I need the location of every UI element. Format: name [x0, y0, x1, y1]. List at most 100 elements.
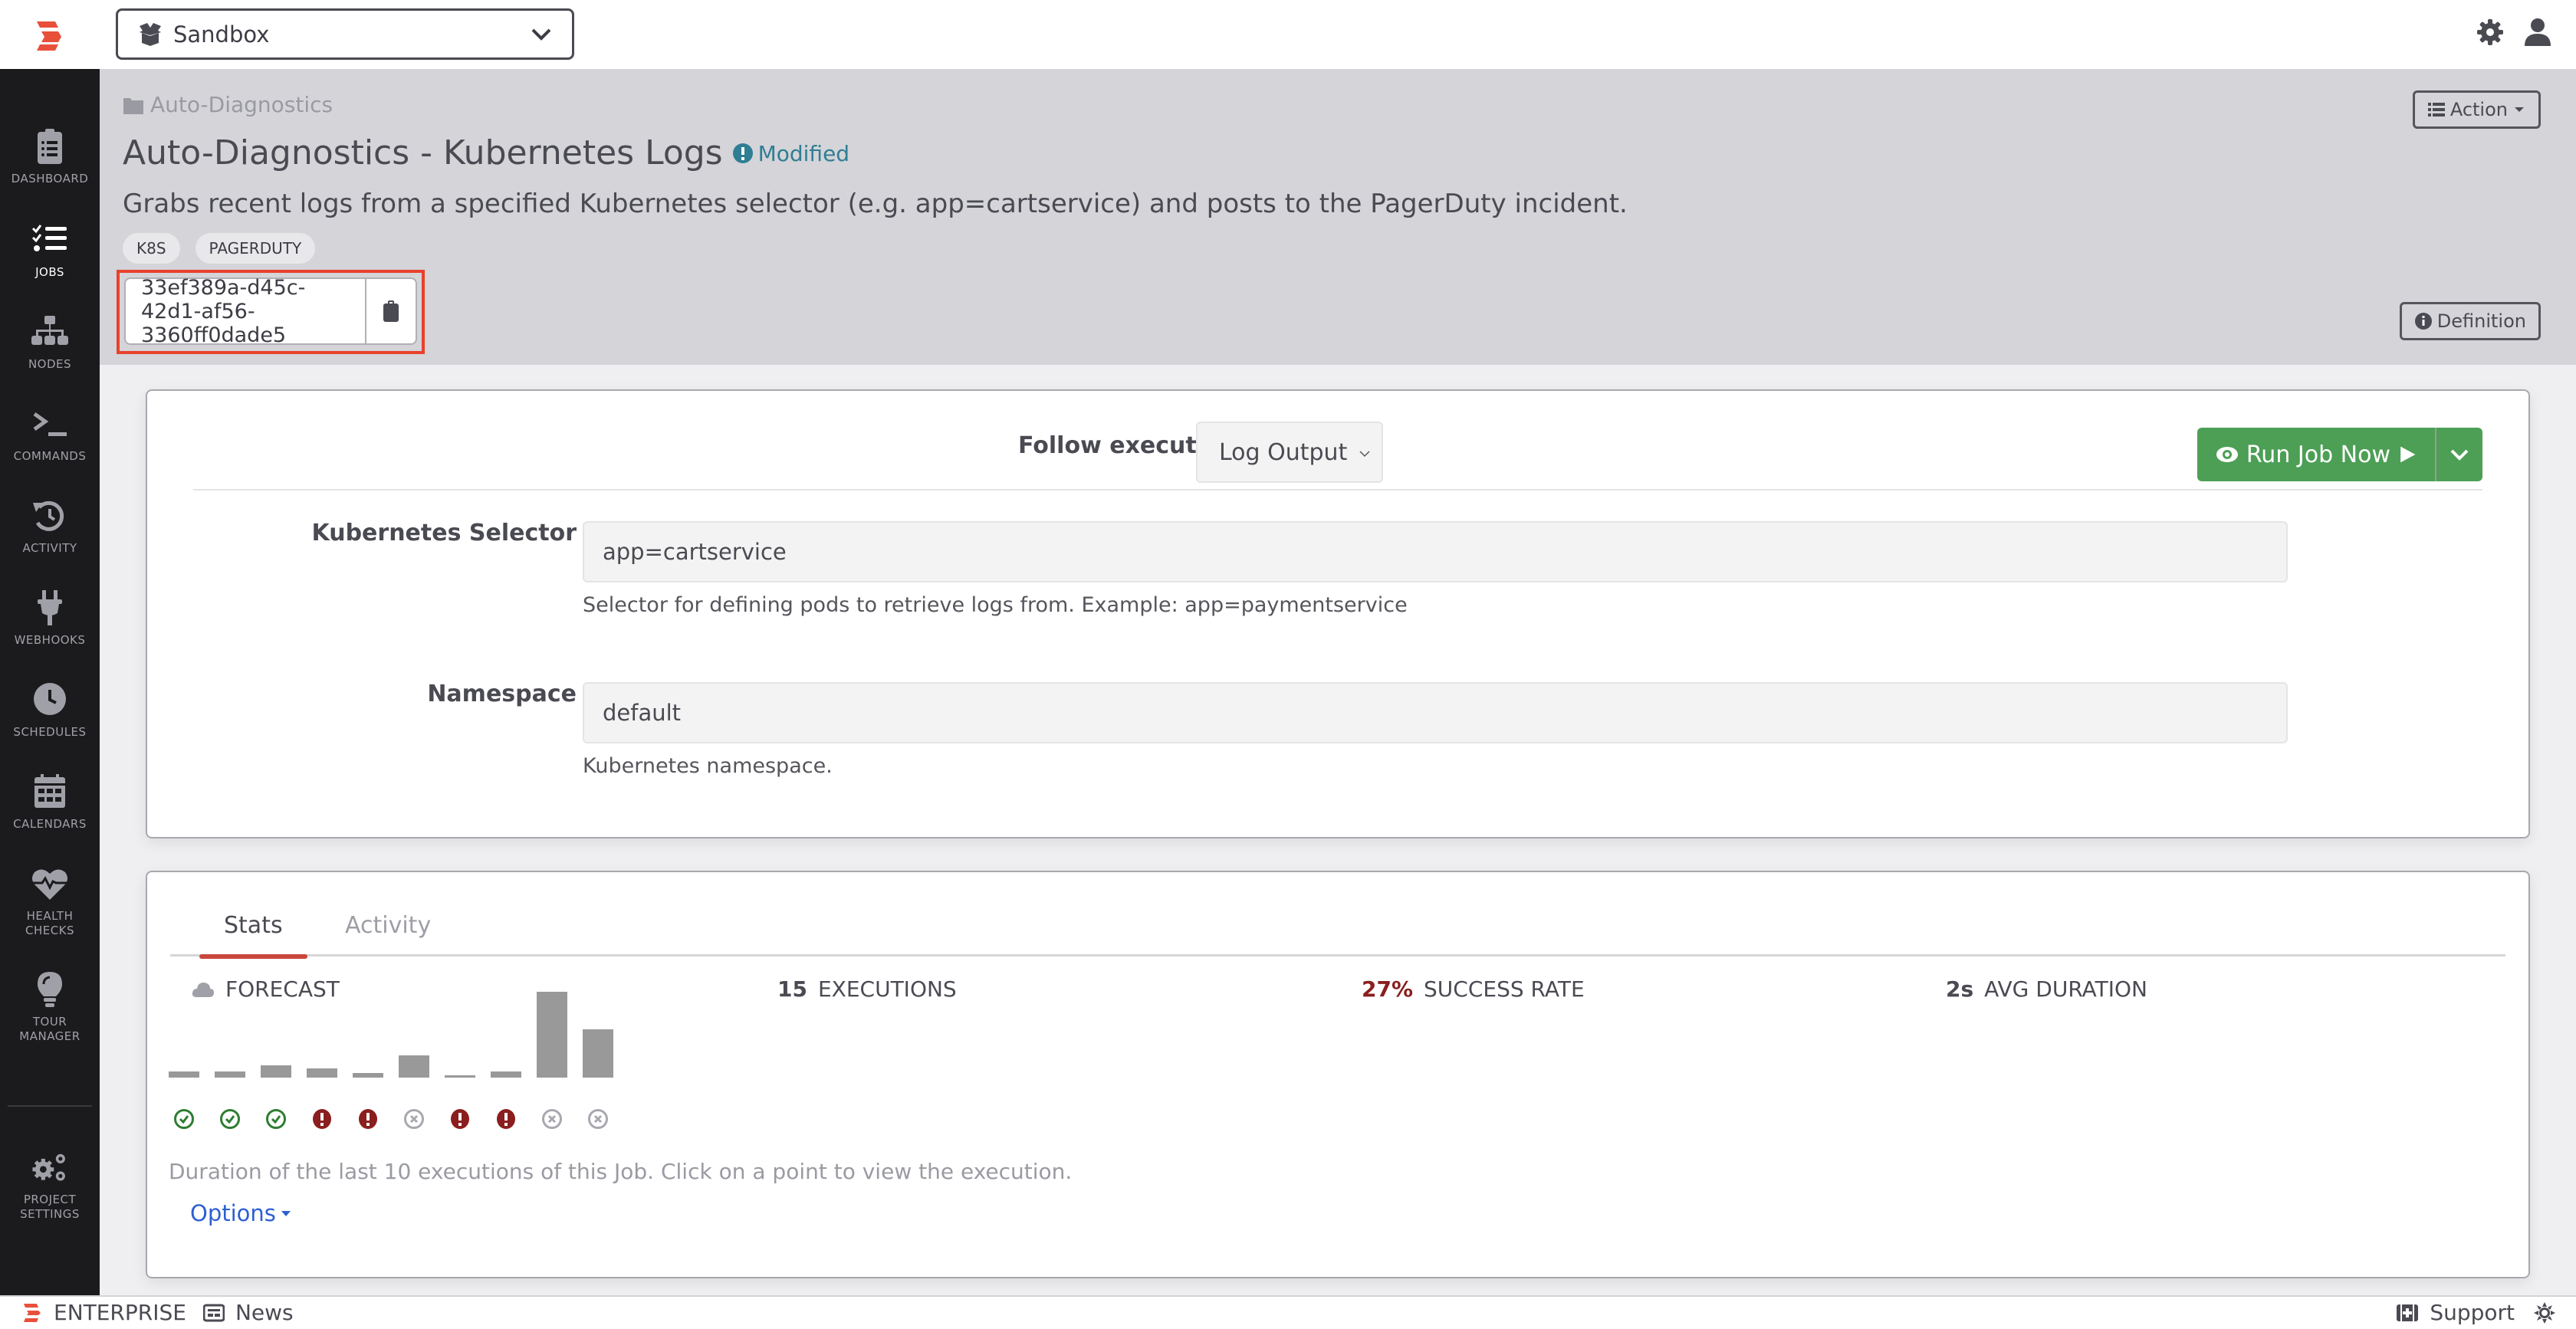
options-label: Options — [190, 1200, 276, 1226]
breadcrumb-group[interactable]: Auto-Diagnostics — [150, 92, 333, 117]
plug-icon — [38, 590, 62, 625]
tag-pagerduty[interactable]: PAGERDUTY — [195, 233, 316, 264]
namespace-input[interactable]: default — [583, 682, 2288, 743]
rundeck-logo — [24, 1303, 41, 1322]
sidebar-item-calendars[interactable]: CALENDARS — [0, 773, 100, 832]
lightbulb-icon — [38, 972, 62, 1007]
stats-tabs: Stats Activity — [170, 903, 2505, 959]
sidebar-label: DASHBOARD — [11, 172, 89, 185]
sidebar-item-commands[interactable]: COMMANDS — [0, 405, 100, 464]
info-circle-icon — [2414, 313, 2432, 330]
avg-duration-label: AVG DURATION — [1984, 976, 2147, 1002]
avg-duration-value: 2s — [1946, 976, 1974, 1002]
sidebar-divider — [8, 1105, 92, 1107]
list-icon — [2427, 103, 2445, 116]
sidebar-label: SETTINGS — [20, 1207, 80, 1221]
failed-exclamation-icon[interactable] — [357, 1108, 379, 1130]
success-check-icon[interactable] — [265, 1108, 287, 1130]
duration-bar[interactable] — [537, 992, 567, 1078]
failed-exclamation-icon[interactable] — [449, 1108, 471, 1130]
cogs-icon — [32, 1153, 65, 1181]
sidebar-item-jobs[interactable]: JOBS — [0, 221, 100, 280]
job-name: Auto-Diagnostics - Kubernetes Logs — [123, 133, 723, 172]
project-select[interactable]: Sandbox — [116, 8, 574, 60]
duration-bar[interactable] — [399, 1055, 429, 1078]
support-link[interactable]: Support — [2430, 1300, 2515, 1325]
tab-stats[interactable]: Stats — [199, 912, 307, 959]
rundeck-logo[interactable] — [34, 20, 64, 51]
sidebar-item-health-checks[interactable]: HEALTH CHECKS — [0, 865, 100, 938]
stats-card: Stats Activity FORECAST 15 EXECUTIONS 27… — [146, 871, 2530, 1278]
gear-icon[interactable] — [2475, 17, 2505, 48]
copy-uuid-button[interactable] — [365, 279, 416, 343]
aborted-x-icon[interactable] — [587, 1108, 609, 1130]
duration-bar[interactable] — [215, 1071, 245, 1078]
options-link[interactable]: Options — [190, 1200, 291, 1226]
sidebar-label: COMMANDS — [13, 449, 87, 463]
run-options-dropdown[interactable] — [2435, 428, 2482, 481]
chevron-down-icon — [531, 28, 551, 41]
tab-activity[interactable]: Activity — [320, 912, 455, 957]
job-uuid[interactable]: 33ef389a-d45c-42d1-af56-3360ff0dade5 — [126, 276, 365, 347]
clipboard-icon — [383, 300, 399, 322]
duration-bar[interactable] — [491, 1071, 521, 1078]
stat-success-rate: 27% SUCCESS RATE — [1362, 976, 1585, 1002]
duration-bar[interactable] — [307, 1068, 337, 1078]
sidebar-item-nodes[interactable]: NODES — [0, 313, 100, 372]
modified-badge: Modified — [732, 141, 849, 166]
follow-execution-value: Log Output — [1219, 438, 1348, 466]
sidebar-label: CALENDARS — [13, 817, 87, 831]
duration-bar[interactable] — [353, 1073, 383, 1078]
failed-exclamation-icon[interactable] — [311, 1108, 333, 1130]
sidebar-item-tour-manager[interactable]: TOUR MANAGER — [0, 970, 100, 1044]
success-check-icon[interactable] — [173, 1108, 195, 1130]
job-uuid-field[interactable]: 33ef389a-d45c-42d1-af56-3360ff0dade5 — [124, 276, 417, 347]
chevron-down-icon — [1359, 451, 1370, 458]
definition-label: Definition — [2436, 310, 2526, 332]
option-help-namespace: Kubernetes namespace. — [583, 754, 833, 778]
definition-button[interactable]: Definition — [2399, 302, 2541, 340]
success-check-icon[interactable] — [219, 1108, 241, 1130]
option-value: default — [603, 700, 682, 726]
sidebar-item-project-settings[interactable]: PROJECT SETTINGS — [0, 1148, 100, 1222]
eye-icon — [2216, 447, 2238, 462]
breadcrumb[interactable]: Auto-Diagnostics — [123, 92, 333, 117]
sidebar-label: NODES — [28, 357, 72, 371]
kubernetes-selector-input[interactable]: app=cartservice — [583, 521, 2288, 582]
tasks-icon — [31, 225, 67, 251]
theme-sun-icon[interactable] — [2533, 1301, 2556, 1324]
project-name: Sandbox — [173, 21, 270, 48]
sidebar-item-dashboard[interactable]: DASHBOARD — [0, 127, 100, 186]
duration-bar[interactable] — [583, 1029, 613, 1078]
heartbeat-icon — [32, 869, 67, 900]
caret-down-icon — [2515, 107, 2524, 112]
newspaper-icon — [202, 1304, 225, 1321]
failed-exclamation-icon[interactable] — [495, 1108, 517, 1130]
run-job-now-button[interactable]: Run Job Now — [2196, 428, 2435, 481]
executions-count: 15 — [777, 976, 807, 1002]
sidebar-item-activity[interactable]: ACTIVITY — [0, 497, 100, 556]
sidebar-label: JOBS — [35, 265, 64, 279]
sidebar-item-webhooks[interactable]: WEBHOOKS — [0, 589, 100, 648]
aborted-x-icon[interactable] — [541, 1108, 563, 1130]
duration-bar[interactable] — [261, 1065, 291, 1078]
sidebar-label: WEBHOOKS — [14, 633, 86, 647]
exclamation-circle-icon — [732, 143, 753, 163]
follow-execution-select[interactable]: Log Output — [1196, 422, 1383, 483]
duration-bar[interactable] — [169, 1071, 199, 1078]
news-link[interactable]: News — [235, 1300, 294, 1325]
stat-forecast: FORECAST — [192, 976, 340, 1002]
option-value: app=cartservice — [603, 539, 787, 565]
chevron-down-icon — [2450, 449, 2469, 461]
sidebar-item-schedules[interactable]: SCHEDULES — [0, 681, 100, 740]
footer: ENTERPRISE News Support — [0, 1295, 2576, 1329]
run-job-card: Follow execution Log Output Run Job Now … — [146, 389, 2530, 838]
action-button[interactable]: Action — [2412, 90, 2541, 129]
user-icon[interactable] — [2522, 17, 2553, 48]
sitemap-icon — [31, 316, 68, 345]
follow-execution-row: Follow execution Log Output Run Job Now — [193, 414, 2482, 491]
duration-bar[interactable] — [445, 1075, 475, 1078]
tag-k8s[interactable]: K8S — [123, 233, 180, 264]
sidebar: DASHBOARD JOBS NODES COMMANDS ACTIVITY W… — [0, 69, 100, 1295]
aborted-x-icon[interactable] — [403, 1108, 425, 1130]
